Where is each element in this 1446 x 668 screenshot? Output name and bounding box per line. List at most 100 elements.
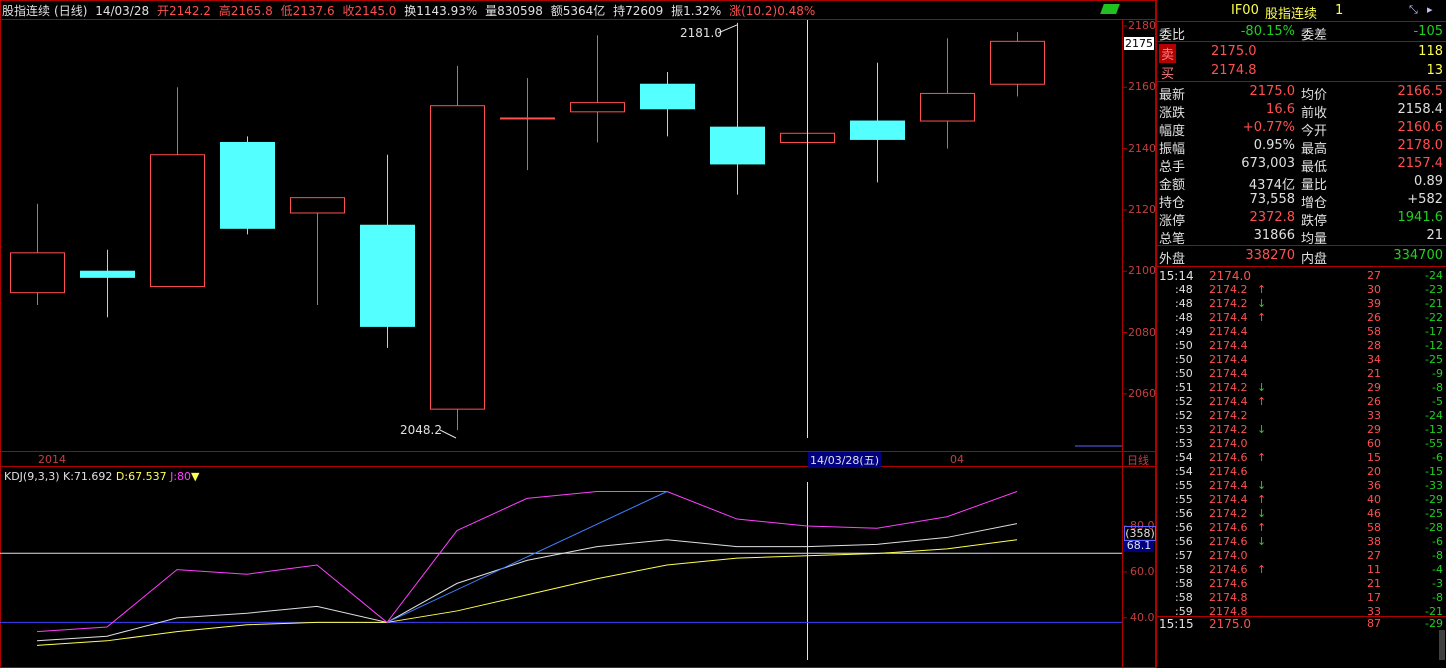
tick-row: :56 2174.6 ↓ 38 -6 (1157, 535, 1446, 549)
tick-arrow: ↑ (1257, 563, 1267, 576)
switch-icon[interactable]: ⤡ (1409, 3, 1418, 17)
high-annotation: 2181.0 (680, 26, 722, 40)
tick-price: 2174.6 (1209, 563, 1248, 576)
stats-value: 21 (1426, 228, 1443, 243)
sell-row[interactable]: 卖 2175.0 118 (1157, 43, 1446, 63)
tick-price: 2174.4 (1209, 493, 1248, 506)
tick-volume: 40 (1367, 493, 1381, 506)
tick-row: :55 2174.4 ↑ 40 -29 (1157, 493, 1446, 507)
tick-arrow: ↑ (1257, 311, 1267, 324)
tick-delta: -33 (1425, 479, 1443, 492)
tick-delta: -22 (1425, 311, 1443, 324)
candle (430, 65, 485, 430)
tick-row: :48 2174.2 ↑ 30 -23 (1157, 283, 1446, 297)
stats-row: 振幅 0.95% 最高 2178.0 (1157, 137, 1446, 157)
tick-time: :48 (1175, 283, 1193, 296)
tick-row: :58 2174.8 17 -8 (1157, 591, 1446, 605)
stats-value: 2158.4 (1397, 102, 1444, 117)
tick-time: :53 (1175, 423, 1193, 436)
chart-area[interactable]: 股指连续 (日线) 14/03/28 开2142.2 高2165.8 低2137.… (0, 0, 1156, 668)
stats-row: 涨跌 16.6 前收 2158.4 (1157, 101, 1446, 121)
tick-delta: -28 (1425, 521, 1443, 534)
weibi-value: -80.15% (1240, 24, 1295, 39)
tick-arrow: ↑ (1257, 493, 1267, 506)
chart-svg (0, 0, 1156, 668)
kdj-title: KDJ(9,3,3) (4, 470, 60, 483)
tick-time: :58 (1175, 577, 1193, 590)
price-tick-label: 2180 (1128, 19, 1156, 32)
tick-price: 2174.2 (1209, 283, 1248, 296)
stats-row: 总笔 31866 均量 21 (1157, 227, 1446, 247)
tick-time: :49 (1175, 325, 1193, 338)
tick-arrow: ↑ (1257, 521, 1267, 534)
tick-row: :51 2174.2 ↓ 29 -8 (1157, 381, 1446, 395)
panel-title: IF00 股指连续 1 ⤡ ▸ (1157, 2, 1446, 22)
tick-time: :52 (1175, 409, 1193, 422)
tick-row: :53 2174.2 ↓ 29 -13 (1157, 423, 1446, 437)
period-button[interactable]: 日线 (1127, 452, 1149, 468)
stats-value: 2157.4 (1397, 156, 1444, 171)
tick-price: 2175.0 (1209, 617, 1251, 631)
buy-price: 2174.8 (1211, 63, 1257, 78)
tick-price: 2174.6 (1209, 535, 1248, 548)
tick-volume: 36 (1367, 479, 1381, 492)
candle-body (500, 117, 555, 120)
candle-body (150, 154, 205, 288)
kdj-d-value: D:67.537 (115, 470, 167, 483)
stats-value: 0.95% (1253, 138, 1295, 153)
kdj-j-value: J:80 (170, 470, 192, 483)
tick-arrow: ↓ (1257, 381, 1267, 394)
tick-delta: -25 (1425, 507, 1443, 520)
tick-delta: -5 (1432, 395, 1443, 408)
tick-price: 2174.8 (1209, 591, 1248, 604)
kdj-series-j (36, 490, 1018, 633)
tick-volume: 87 (1367, 617, 1381, 630)
tick-time: :50 (1175, 339, 1193, 352)
tick-delta: -6 (1432, 451, 1443, 464)
tick-volume: 28 (1367, 339, 1381, 352)
tick-arrow: ↓ (1257, 507, 1267, 520)
candle (640, 71, 695, 137)
tick-time: 15:15 (1159, 617, 1194, 631)
stats-row: 总手 673,003 最低 2157.4 (1157, 155, 1446, 175)
candle-body (360, 224, 415, 327)
month-label: 04 (950, 453, 964, 466)
tick-scrollbar[interactable] (1439, 630, 1445, 660)
buy-volume: 13 (1426, 63, 1443, 78)
expand-icon[interactable]: ▸ (1427, 3, 1433, 16)
tick-price: 2174.2 (1209, 507, 1248, 520)
chart-frame (0, 0, 1156, 668)
stats-value: 2178.0 (1397, 138, 1444, 153)
tick-volume: 38 (1367, 535, 1381, 548)
candle (920, 38, 975, 149)
stats-row: 涨停 2372.8 跌停 1941.6 (1157, 209, 1446, 229)
weicha-value: -105 (1413, 24, 1443, 39)
buy-row[interactable]: 买 2174.8 13 (1157, 62, 1446, 82)
stats-value: 73,558 (1249, 192, 1296, 207)
candle (570, 35, 625, 143)
candle-body (990, 40, 1045, 85)
panel-code: IF00 (1231, 3, 1259, 18)
tick-delta: -15 (1425, 465, 1443, 478)
tick-price: 2174.4 (1209, 367, 1248, 380)
candle-body (850, 120, 905, 140)
tick-time: :56 (1175, 521, 1193, 534)
tick-row: :58 2174.6 21 -3 (1157, 577, 1446, 591)
tick-volume: 33 (1367, 409, 1381, 422)
tick-volume: 46 (1367, 507, 1381, 520)
kdj-tick-label: 60.0 (1130, 564, 1155, 578)
tick-time: :58 (1175, 591, 1193, 604)
tick-time: :56 (1175, 535, 1193, 548)
outer-label: 外盘 (1159, 252, 1186, 267)
tick-price: 2174.2 (1209, 381, 1248, 394)
tick-arrow: ↓ (1257, 297, 1267, 310)
candle (710, 22, 765, 195)
tick-delta: -25 (1425, 353, 1443, 366)
tick-delta: -29 (1425, 493, 1443, 506)
price-tick-label: 2060 (1128, 386, 1156, 400)
outer-value: 338270 (1245, 248, 1295, 263)
chart-grid (0, 0, 1156, 668)
tick-arrow: ↓ (1257, 535, 1267, 548)
tick-time: :50 (1175, 367, 1193, 380)
stats-value: 31866 (1253, 228, 1295, 243)
